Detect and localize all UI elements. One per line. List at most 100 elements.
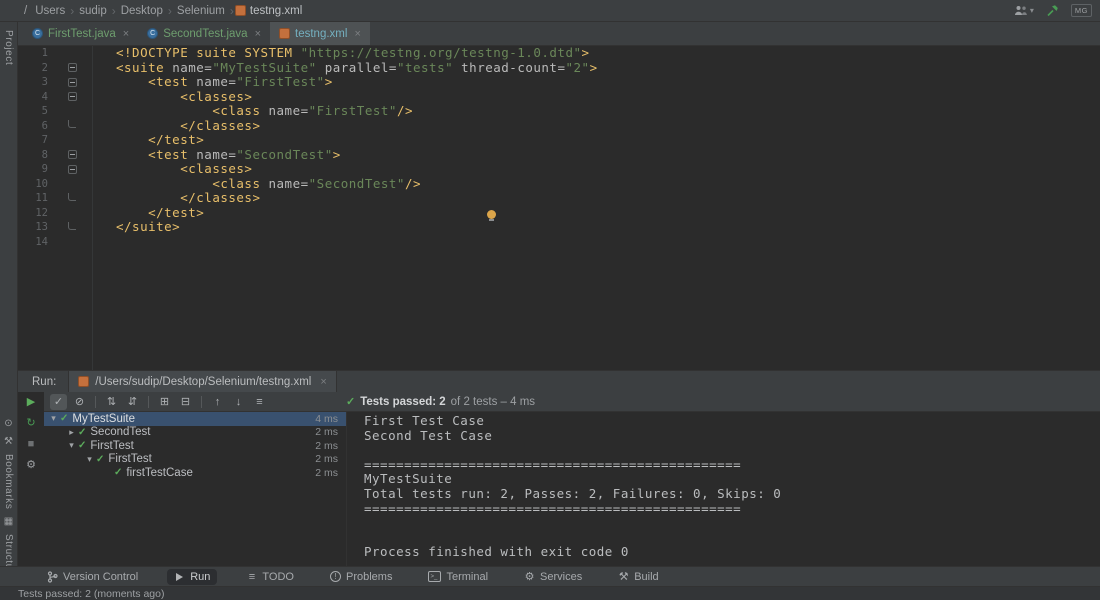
code-line[interactable]: 4 <classes> [18, 89, 1100, 105]
code-line[interactable]: 13 </suite> [18, 219, 1100, 235]
tree-chevron-icon[interactable]: ▾ [66, 440, 77, 451]
previous-failed-button[interactable]: ↑ [209, 394, 226, 410]
editor-tab-testng-xml[interactable]: testng.xml × [270, 22, 370, 45]
breadcrumb-item[interactable]: Desktop [117, 5, 167, 17]
toolwindow-button-run[interactable]: Run [167, 568, 218, 585]
layers-icon[interactable]: ▦ [4, 516, 13, 527]
code-line[interactable]: 3 <test name="FirstTest"> [18, 74, 1100, 90]
tree-chevron-icon[interactable]: ▸ [66, 427, 77, 438]
tab-label: testng.xml [295, 27, 348, 40]
breadcrumb: / Users › sudip › Desktop › Selenium › testng.xml… [0, 0, 1100, 22]
fold-marker[interactable] [66, 91, 78, 103]
tab-close-icon[interactable]: × [255, 28, 261, 40]
fold-collapse-icon[interactable] [67, 164, 77, 174]
fold-collapse-icon[interactable] [67, 77, 77, 87]
test-history-button[interactable]: ≡ [251, 394, 268, 410]
toolwindow-label: Version Control [63, 570, 139, 583]
test-tree-item[interactable]: ▸ ✓ SecondTest 2 ms [44, 426, 346, 440]
next-failed-button[interactable]: ↓ [230, 394, 247, 410]
test-console[interactable]: First Test Case Second Test Case ========… [346, 412, 1100, 566]
fold-marker[interactable] [66, 62, 78, 74]
fold-marker[interactable] [66, 163, 78, 175]
show-passed-toggle[interactable]: ✓ [50, 393, 67, 410]
token-attr: name= [268, 103, 309, 118]
test-name: SecondTest [90, 426, 151, 439]
fold-marker[interactable] [66, 192, 78, 204]
breadcrumb-item[interactable]: / [20, 5, 31, 17]
tool-stripe-project[interactable]: Project [0, 30, 17, 65]
breadcrumb-item[interactable]: Users [31, 5, 69, 17]
code-line[interactable]: 9 <classes> [18, 161, 1100, 177]
breadcrumb-item[interactable]: sudip [75, 5, 111, 17]
close-icon[interactable]: × [320, 376, 326, 388]
build-project-button[interactable] [1046, 4, 1059, 17]
code-text: </suite> [92, 219, 180, 235]
run-toolbar: ✓ ⊘ ⇅ ⇵ ⊞ ⊟ ↑ ↓ ≡ ✓ Tests passed: 2 of 2 tests – 4 … [44, 392, 1100, 412]
line-number: 3 [41, 76, 48, 88]
fold-marker[interactable] [66, 221, 78, 233]
editor-tab-firsttest-java[interactable]: C FirstTest.java × [23, 22, 138, 45]
test-tree-item[interactable]: ▾ ✓ FirstTest 2 ms [44, 453, 346, 467]
fold-marker[interactable] [66, 76, 78, 88]
code-line[interactable]: 12 </test> [18, 205, 1100, 221]
fold-collapse-icon[interactable] [67, 63, 77, 73]
fold-marker[interactable] [66, 120, 78, 132]
toolwindow-button-todo[interactable]: ≡ TODO [239, 569, 301, 585]
sort-by-duration-button[interactable]: ⇵ [124, 394, 141, 410]
line-number: 2 [41, 61, 48, 74]
expand-all-button[interactable]: ⊞ [156, 394, 173, 410]
code-line[interactable]: 8 <test name="SecondTest"> [18, 147, 1100, 163]
show-ignored-toggle[interactable]: ⊘ [71, 394, 88, 410]
fold-collapse-icon[interactable] [67, 150, 77, 160]
code-line[interactable]: 5 <class name="FirstTest"/> [18, 103, 1100, 119]
fold-marker[interactable] [66, 149, 78, 161]
tab-close-icon[interactable]: × [354, 28, 360, 40]
toolwindow-button-build[interactable]: ⚒ Build [611, 568, 665, 585]
run-configuration-tab[interactable]: /Users/sudip/Desktop/Selenium/testng.xml… [68, 371, 337, 392]
tree-chevron-icon[interactable]: ▾ [84, 454, 95, 465]
gutter: 9 [18, 162, 92, 177]
breadcrumb-item[interactable]: Selenium [173, 5, 229, 17]
problems-icon: ! [329, 571, 341, 582]
code-line[interactable]: 2 <suite name="MyTestSuite" parallel="tes… [18, 59, 1100, 76]
project-stripe-label: Project [3, 30, 14, 66]
toolwindow-button-terminal[interactable]: >_ Terminal [421, 569, 495, 585]
commit-icon[interactable]: ⊙ [4, 418, 12, 429]
code-line[interactable]: 14 [18, 235, 1100, 250]
code-line[interactable]: 10 <class name="SecondTest"/> [18, 176, 1100, 192]
toolwindow-button-services[interactable]: ⚙ Services [517, 568, 589, 585]
code-editor[interactable]: 1 <!DOCTYPE suite SYSTEM "https://testng.… [18, 46, 1100, 370]
build-icon[interactable]: ⚒ [4, 436, 13, 447]
test-settings-button[interactable]: ⚙ [26, 459, 36, 471]
gutter: 5 [18, 104, 92, 119]
code-text: <!DOCTYPE suite SYSTEM "https://testng.o… [92, 46, 590, 61]
test-tree-item[interactable]: ✓ firstTestCase 2 ms [44, 466, 346, 480]
intention-bulb-icon[interactable] [486, 210, 497, 221]
rerun-tests-button[interactable]: ▶ [27, 396, 35, 408]
code-line[interactable]: 6 </classes> [18, 118, 1100, 134]
collapse-all-button[interactable]: ⊟ [177, 394, 194, 410]
sort-alphabetically-button[interactable]: ⇅ [103, 394, 120, 410]
fold-collapse-icon[interactable] [67, 92, 77, 102]
build-icon: ⚒ [618, 571, 629, 583]
code-line[interactable]: 1 <!DOCTYPE suite SYSTEM "https://testng.… [18, 46, 1100, 61]
gutter: 12 [18, 206, 92, 221]
code-line[interactable]: 7 </test> [18, 132, 1100, 148]
toolwindow-button-problems[interactable]: ! Problems [323, 569, 399, 585]
test-tree-item[interactable]: ▾ ✓ MyTestSuite 4 ms [44, 412, 346, 426]
toolwindow-button-version-control[interactable]: Version Control [40, 569, 145, 585]
editor-tab-secondtest-java[interactable]: C SecondTest.java × [138, 22, 270, 45]
code-with-me-users-icon[interactable]: ▾ [1014, 5, 1034, 16]
tab-close-icon[interactable]: × [123, 28, 129, 40]
breadcrumb-item[interactable]: testng.xml [246, 5, 306, 17]
code-text: <suite name="MyTestSuite" parallel="test… [92, 59, 598, 76]
rerun-failed-button[interactable]: ↻ [26, 417, 35, 429]
test-tree-item[interactable]: ▾ ✓ FirstTest 2 ms [44, 439, 346, 453]
token-tag: > [589, 59, 598, 75]
tool-stripe-bookmarks[interactable]: Bookmarks [3, 454, 14, 509]
tree-chevron-icon[interactable]: ▾ [48, 413, 59, 424]
stop-button[interactable]: ■ [28, 438, 35, 450]
code-line[interactable]: 11 </classes> [18, 190, 1100, 206]
